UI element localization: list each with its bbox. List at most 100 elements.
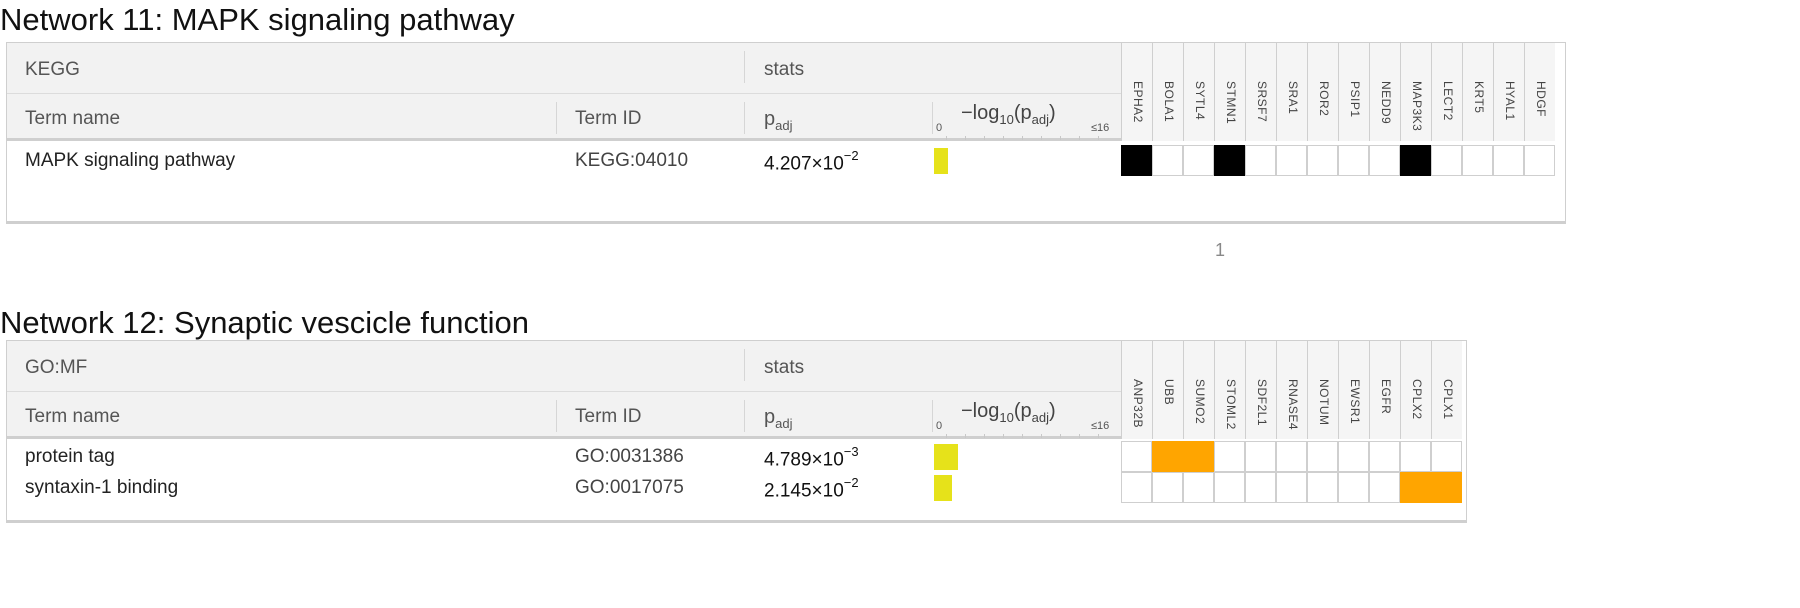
- neglog-padj-header[interactable]: −log10(padj): [961, 102, 1056, 127]
- gene-hit-cell[interactable]: [1431, 472, 1462, 503]
- gene-empty-cell[interactable]: [1276, 472, 1307, 503]
- network-11-table: KEGG stats Term name Term ID padj −log10…: [6, 42, 1566, 224]
- gene-empty-cell[interactable]: [1214, 441, 1245, 472]
- gene-empty-cell[interactable]: [1369, 472, 1400, 503]
- neglog-padj-header[interactable]: −log10(padj): [961, 400, 1056, 425]
- gene-label: EGFR: [1379, 379, 1393, 415]
- term-name-header[interactable]: Term name: [25, 406, 120, 428]
- header-divider: [744, 400, 745, 432]
- gene-empty-cell[interactable]: [1276, 441, 1307, 472]
- gene-empty-cell[interactable]: [1493, 145, 1524, 176]
- gene-label: NEDD9: [1379, 81, 1393, 125]
- gene-empty-cell[interactable]: [1369, 441, 1400, 472]
- gene-column-bola1[interactable]: BOLA1: [1152, 43, 1183, 141]
- gene-column-stmn1[interactable]: STMN1: [1214, 43, 1245, 141]
- gene-hit-cell[interactable]: [1152, 441, 1183, 472]
- gene-empty-cell[interactable]: [1524, 145, 1555, 176]
- gene-empty-cell[interactable]: [1400, 441, 1431, 472]
- gene-column-sytl4[interactable]: SYTL4: [1183, 43, 1214, 141]
- gene-empty-cell[interactable]: [1245, 472, 1276, 503]
- gene-empty-cell[interactable]: [1431, 441, 1462, 472]
- axis-tick: [1003, 136, 1004, 140]
- term-name-cell[interactable]: syntaxin-1 binding: [25, 477, 178, 499]
- gene-hit-cell[interactable]: [1183, 441, 1214, 472]
- gene-empty-cell[interactable]: [1369, 145, 1400, 176]
- term-id-cell[interactable]: GO:0031386: [575, 446, 684, 468]
- gene-empty-cell[interactable]: [1338, 472, 1369, 503]
- term-id-cell[interactable]: GO:0017075: [575, 477, 684, 499]
- gene-column-psip1[interactable]: PSIP1: [1338, 43, 1369, 141]
- neglog-padj-bar[interactable]: [934, 148, 948, 174]
- gene-empty-cell[interactable]: [1276, 145, 1307, 176]
- header-divider: [744, 51, 745, 83]
- gene-empty-cell[interactable]: [1245, 145, 1276, 176]
- page-number: 1: [1215, 240, 1226, 260]
- term-name-header[interactable]: Term name: [25, 108, 120, 130]
- gene-label: HDGF: [1534, 81, 1548, 117]
- gene-empty-cell[interactable]: [1152, 145, 1183, 176]
- gene-column-krt5[interactable]: KRT5: [1462, 43, 1493, 141]
- gene-column-map3k3[interactable]: MAP3K3: [1400, 43, 1431, 141]
- gene-column-epha2[interactable]: EPHA2: [1121, 43, 1152, 141]
- gene-empty-cell[interactable]: [1431, 145, 1462, 176]
- gene-column-sdf2l1[interactable]: SDF2L1: [1245, 341, 1276, 439]
- gene-column-rnase4[interactable]: RNASE4: [1276, 341, 1307, 439]
- gene-label: EPHA2: [1131, 81, 1145, 123]
- term-name-cell[interactable]: protein tag: [25, 446, 115, 468]
- gene-column-stoml2[interactable]: STOML2: [1214, 341, 1245, 439]
- gene-hit-cell[interactable]: [1214, 145, 1245, 176]
- gene-label: PSIP1: [1348, 81, 1362, 118]
- gene-empty-cell[interactable]: [1307, 441, 1338, 472]
- gene-empty-cell[interactable]: [1338, 145, 1369, 176]
- axis-min-label: 0: [936, 122, 943, 134]
- gene-empty-cell[interactable]: [1214, 472, 1245, 503]
- gene-empty-cell[interactable]: [1462, 145, 1493, 176]
- gene-column-nedd9[interactable]: NEDD9: [1369, 43, 1400, 141]
- header-divider: [556, 400, 557, 432]
- neglog-padj-bar[interactable]: [934, 475, 952, 501]
- padj-header[interactable]: padj: [764, 108, 792, 133]
- gene-empty-cell[interactable]: [1121, 472, 1152, 503]
- axis-max-label: ≤16: [1091, 420, 1110, 432]
- axis-max-label: ≤16: [1091, 122, 1110, 134]
- neglog-padj-bar[interactable]: [934, 444, 958, 470]
- header-divider: [932, 400, 933, 432]
- gene-empty-cell[interactable]: [1338, 441, 1369, 472]
- gene-hit-cell[interactable]: [1400, 472, 1431, 503]
- gene-empty-cell[interactable]: [1245, 441, 1276, 472]
- gene-column-egfr[interactable]: EGFR: [1369, 341, 1400, 439]
- gene-column-ubb[interactable]: UBB: [1152, 341, 1183, 439]
- gene-empty-cell[interactable]: [1121, 441, 1152, 472]
- gene-empty-cell[interactable]: [1183, 472, 1214, 503]
- gene-column-hdgf[interactable]: HDGF: [1524, 43, 1555, 141]
- header-divider: [556, 102, 557, 134]
- gene-column-sumo2[interactable]: SUMO2: [1183, 341, 1214, 439]
- header-row-columns: Term name Term ID padj −log10(padj) 0 ≤1…: [7, 94, 1121, 141]
- gene-empty-cell[interactable]: [1307, 145, 1338, 176]
- gene-column-sra1[interactable]: SRA1: [1276, 43, 1307, 141]
- term-name-cell[interactable]: MAPK signaling pathway: [25, 150, 235, 172]
- gene-column-hyal1[interactable]: HYAL1: [1493, 43, 1524, 141]
- gene-column-cplx2[interactable]: CPLX2: [1400, 341, 1431, 439]
- term-id-header[interactable]: Term ID: [575, 108, 642, 130]
- padj-value-cell: 2.145×10−2: [764, 475, 859, 502]
- padj-value-cell: 4.207×10−2: [764, 148, 859, 175]
- gene-column-anp32b[interactable]: ANP32B: [1121, 341, 1152, 439]
- gene-empty-cell[interactable]: [1183, 145, 1214, 176]
- axis-tick: [1003, 434, 1004, 438]
- gene-empty-cell[interactable]: [1152, 472, 1183, 503]
- gene-column-srsf7[interactable]: SRSF7: [1245, 43, 1276, 141]
- header-divider: [744, 349, 745, 381]
- gene-hit-cell[interactable]: [1121, 145, 1152, 176]
- gene-column-cplx1[interactable]: CPLX1: [1431, 341, 1462, 439]
- term-id-cell[interactable]: KEGG:04010: [575, 150, 688, 172]
- gene-column-ewsr1[interactable]: EWSR1: [1338, 341, 1369, 439]
- term-id-header[interactable]: Term ID: [575, 406, 642, 428]
- gene-column-notum[interactable]: NOTUM: [1307, 341, 1338, 439]
- gene-label: ANP32B: [1131, 379, 1145, 429]
- gene-hit-cell[interactable]: [1400, 145, 1431, 176]
- gene-column-lect2[interactable]: LECT2: [1431, 43, 1462, 141]
- padj-header[interactable]: padj: [764, 406, 792, 431]
- gene-empty-cell[interactable]: [1307, 472, 1338, 503]
- gene-column-ror2[interactable]: ROR2: [1307, 43, 1338, 141]
